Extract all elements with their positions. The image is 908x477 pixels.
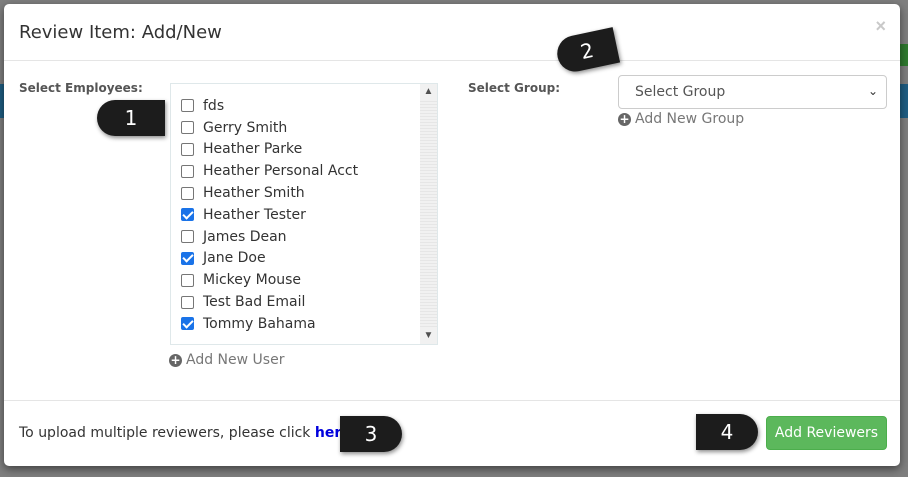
employee-list-item[interactable]: Heather Parke xyxy=(171,139,358,161)
group-select-value: Select Group xyxy=(635,84,726,100)
modal-footer: To upload multiple reviewers, please cli… xyxy=(4,400,900,466)
employee-name: Heather Personal Acct xyxy=(203,163,359,180)
employee-name: Mickey Mouse xyxy=(203,272,302,289)
employee-checkbox[interactable] xyxy=(181,142,194,156)
scroll-down-arrow-icon[interactable]: ▼ xyxy=(420,328,437,344)
modal-header: Review Item: Add/New × xyxy=(4,4,900,61)
group-select[interactable]: Select Group ⌄ xyxy=(618,75,887,109)
employee-list-scrollbar[interactable]: ▲ ▼ xyxy=(420,84,437,344)
employee-checkbox[interactable] xyxy=(181,164,194,178)
employee-checkbox[interactable] xyxy=(181,317,194,331)
employee-list-item[interactable]: Heather Personal Acct xyxy=(171,160,358,182)
employee-checkbox[interactable] xyxy=(181,230,194,244)
callout-number: 1 xyxy=(124,106,138,130)
add-new-user-link[interactable]: + Add New User xyxy=(169,352,284,368)
callout-number: 3 xyxy=(364,422,378,446)
upload-instructions: To upload multiple reviewers, please cli… xyxy=(19,425,356,441)
callout-marker-3: 3 xyxy=(340,416,402,452)
employee-list-item[interactable]: Heather Tester xyxy=(171,204,358,226)
employee-name: Test Bad Email xyxy=(203,294,306,311)
add-reviewers-button[interactable]: Add Reviewers xyxy=(766,416,887,450)
employee-name: Heather Tester xyxy=(203,206,306,223)
modal-title: Review Item: Add/New xyxy=(19,22,222,43)
callout-marker-1: 1 xyxy=(97,100,165,136)
select-group-label: Select Group: xyxy=(468,81,561,95)
review-item-modal: Review Item: Add/New × Select Employees:… xyxy=(4,4,900,466)
employee-checkbox[interactable] xyxy=(181,99,194,113)
background-header-bar-right xyxy=(900,84,908,118)
employee-name: Heather Parke xyxy=(203,141,303,158)
select-employees-label: Select Employees: xyxy=(19,81,143,95)
employee-list-item[interactable]: James Dean xyxy=(171,226,358,248)
employee-checkbox[interactable] xyxy=(181,295,194,309)
employee-name: James Dean xyxy=(203,228,287,245)
employee-checkbox[interactable] xyxy=(181,251,194,265)
upload-text: To upload multiple reviewers, please cli… xyxy=(19,425,315,441)
employee-list-item[interactable]: Heather Smith xyxy=(171,182,358,204)
employee-list-item[interactable]: Mickey Mouse xyxy=(171,269,358,291)
employee-list-item[interactable]: Tommy Bahama xyxy=(171,313,358,335)
chevron-down-icon: ⌄ xyxy=(867,84,878,98)
add-new-group-link[interactable]: + Add New Group xyxy=(618,111,744,127)
plus-circle-icon: + xyxy=(618,111,631,126)
employee-items: fds Gerry Smith Heather Parke Heather Perso… xyxy=(171,95,358,335)
scroll-up-arrow-icon[interactable]: ▲ xyxy=(420,84,437,100)
add-new-group-label: Add New Group xyxy=(635,111,745,127)
employee-checkbox-list[interactable]: fds Gerry Smith Heather Parke Heather Perso… xyxy=(170,83,438,345)
employee-list-item[interactable]: fds xyxy=(171,95,358,117)
employee-checkbox[interactable] xyxy=(181,186,194,200)
employee-name: fds xyxy=(203,97,225,114)
employee-list-item[interactable]: Test Bad Email xyxy=(171,291,358,313)
employee-list-item[interactable]: Jane Doe xyxy=(171,248,358,270)
employee-checkbox[interactable] xyxy=(181,121,194,135)
callout-marker-4: 4 xyxy=(696,414,758,450)
callout-number: 2 xyxy=(578,37,596,65)
employee-checkbox[interactable] xyxy=(181,273,194,287)
add-new-user-label: Add New User xyxy=(186,352,285,368)
background-green-button xyxy=(900,44,908,66)
callout-number: 4 xyxy=(720,420,734,444)
employee-name: Jane Doe xyxy=(203,250,266,267)
employee-name: Tommy Bahama xyxy=(203,315,316,332)
employee-name: Heather Smith xyxy=(203,185,305,202)
employee-name: Gerry Smith xyxy=(203,119,288,136)
close-icon[interactable]: × xyxy=(875,16,886,37)
plus-circle-icon: + xyxy=(169,352,182,367)
employee-checkbox[interactable] xyxy=(181,208,194,222)
employee-list-item[interactable]: Gerry Smith xyxy=(171,117,358,139)
